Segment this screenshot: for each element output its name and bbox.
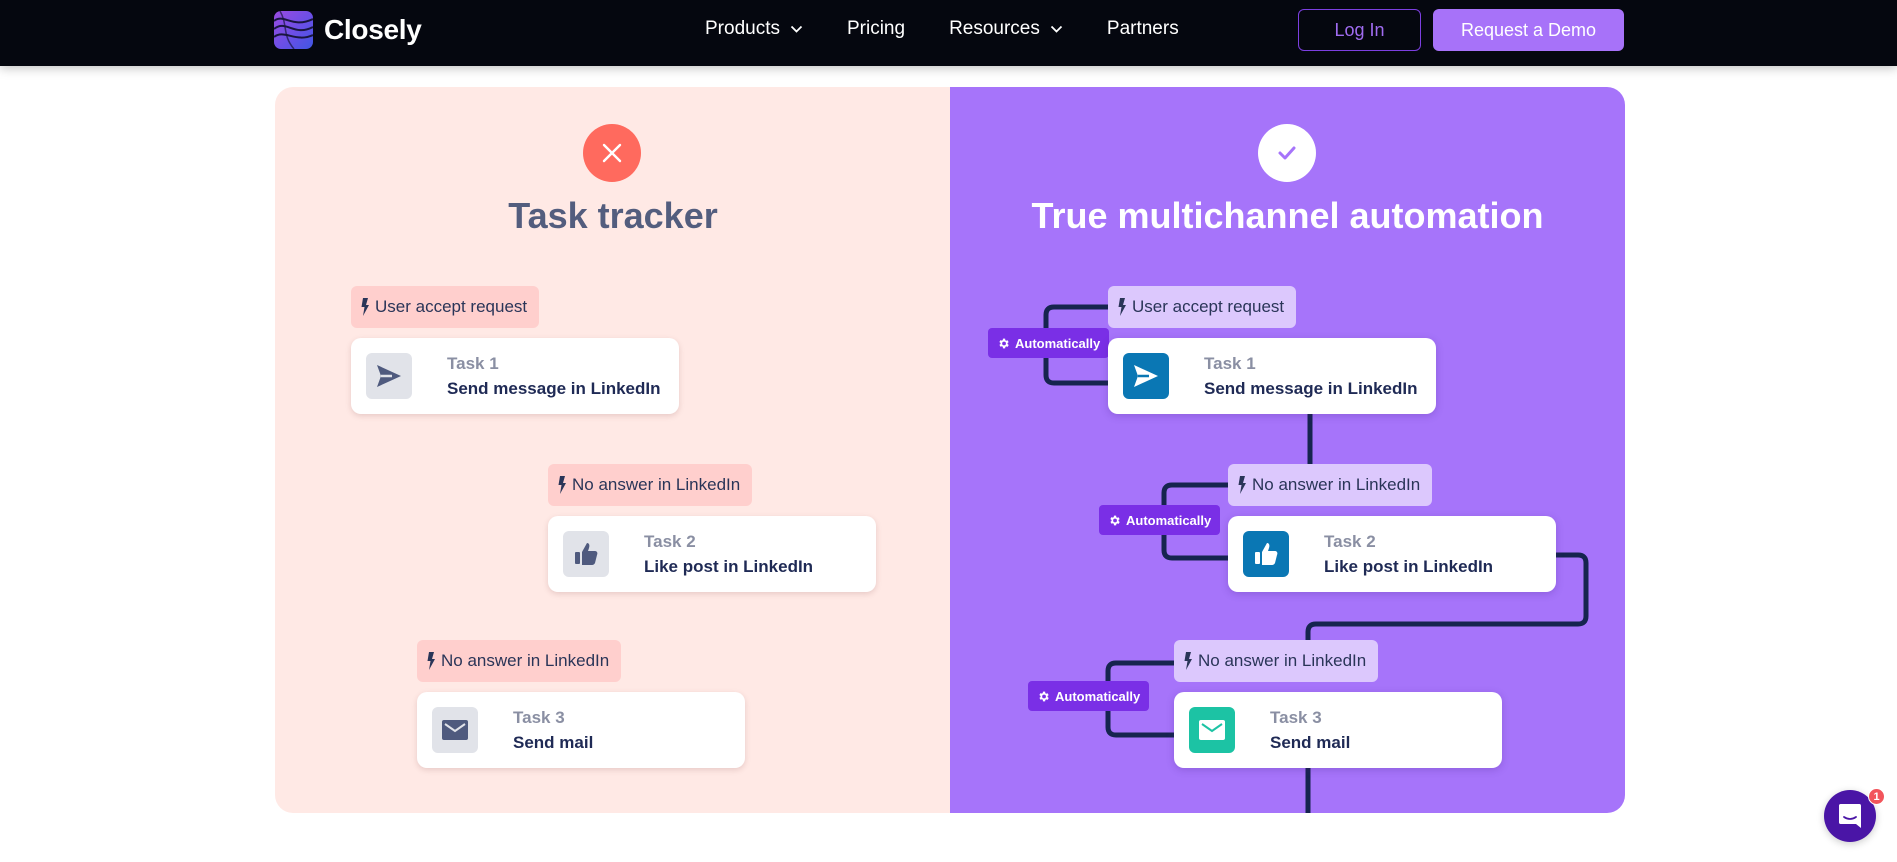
task-number: Task 3 [513, 707, 565, 727]
trigger-label: User accept request [1108, 286, 1297, 328]
automatically-badge: Automatically [1028, 681, 1150, 711]
task-action: Send mail [513, 732, 594, 752]
lightning-icon [558, 476, 566, 494]
top-navbar: Closely Products Pricing Resources Partn… [0, 0, 1897, 66]
trigger-label: No answer in LinkedIn [1228, 464, 1433, 506]
nav-partners[interactable]: Partners [1107, 18, 1179, 40]
automatically-badge: Automatically [988, 328, 1110, 358]
task-action: Like post in LinkedIn [1324, 556, 1494, 576]
task-number: Task 1 [447, 353, 499, 373]
automatically-label: Automatically [1055, 688, 1141, 704]
task-action: Send message in LinkedIn [447, 378, 661, 398]
automatically-badge: Automatically [1099, 505, 1221, 535]
logo-icon [274, 11, 313, 49]
task-action: Like post in LinkedIn [644, 556, 814, 576]
automatically-label: Automatically [1126, 512, 1212, 528]
trigger-text: User accept request [375, 297, 528, 316]
task-icon-box [563, 531, 609, 577]
trigger-text: No answer in LinkedIn [572, 475, 741, 494]
trigger-label: No answer in LinkedIn [417, 640, 622, 682]
automatically-label: Automatically [1015, 335, 1101, 351]
task-card: Task 3 Send mail [1174, 692, 1502, 768]
nav-pricing-label: Pricing [846, 18, 906, 39]
panel-title: Task tracker [508, 195, 718, 236]
trigger-text: No answer in LinkedIn [1252, 475, 1421, 494]
task-icon-box [1123, 353, 1169, 399]
automation-panel: True multichannel automation User accept… [950, 87, 1625, 813]
send-icon [377, 365, 401, 387]
mail-icon [442, 720, 468, 740]
nav-products[interactable]: Products [705, 18, 803, 40]
panel-title: True multichannel automation [1031, 195, 1544, 236]
lightning-icon [1238, 476, 1246, 494]
chevron-down-icon [790, 25, 803, 33]
login-button[interactable]: Log In [1298, 9, 1421, 51]
gear-icon [1110, 515, 1120, 525]
mail-icon [1199, 720, 1225, 740]
task-icon-box [366, 353, 412, 399]
task-card: Task 2 Like post in LinkedIn [1228, 516, 1556, 592]
trigger-text: No answer in LinkedIn [1198, 651, 1367, 670]
status-fail-badge [583, 124, 641, 182]
task-tracker-panel: Task tracker User accept request Task 1 … [275, 87, 951, 813]
gear-icon [1039, 691, 1049, 701]
task-card: Task 1 Send message in LinkedIn [351, 338, 679, 414]
lightning-icon [427, 652, 435, 670]
trigger-label: User accept request [351, 286, 540, 328]
gear-icon [999, 338, 1009, 348]
trigger-text: User accept request [1132, 297, 1285, 316]
nav-resources-label: Resources [949, 18, 1040, 39]
chevron-down-icon [1050, 25, 1063, 33]
lightning-icon [361, 298, 369, 316]
brand-name: Closely [324, 14, 422, 45]
lightning-icon [1118, 298, 1126, 316]
task-number: Task 2 [644, 531, 696, 551]
task-icon-box [1243, 531, 1289, 577]
task-card: Task 2 Like post in LinkedIn [548, 516, 876, 592]
task-number: Task 3 [1270, 707, 1322, 727]
main-menu: Products Pricing Resources Partners [705, 18, 1179, 40]
trigger-text: No answer in LinkedIn [441, 651, 610, 670]
brand-logo[interactable]: Closely [274, 11, 422, 49]
status-success-badge [1258, 124, 1316, 182]
task-icon-box [1189, 707, 1235, 753]
chat-unread-badge: 1 [1868, 788, 1885, 805]
nav-partners-label: Partners [1106, 18, 1179, 39]
thumbs-up-icon [1255, 543, 1278, 565]
task-card: Task 3 Send mail [417, 692, 745, 768]
task-action: Send message in LinkedIn [1204, 378, 1418, 398]
task-icon-box [432, 707, 478, 753]
chat-icon [1839, 804, 1861, 828]
task-action: Send mail [1270, 732, 1351, 752]
check-icon [1278, 146, 1296, 160]
lightning-icon [1184, 652, 1192, 670]
request-demo-button[interactable]: Request a Demo [1433, 9, 1624, 51]
thumbs-up-icon [575, 543, 598, 565]
nav-resources[interactable]: Resources [949, 18, 1063, 40]
task-number: Task 1 [1204, 353, 1256, 373]
trigger-label: No answer in LinkedIn [548, 464, 753, 506]
send-icon [1134, 365, 1158, 387]
task-card: Task 1 Send message in LinkedIn [1108, 338, 1436, 414]
close-icon [602, 143, 622, 163]
trigger-label: No answer in LinkedIn [1174, 640, 1379, 682]
task-number: Task 2 [1324, 531, 1376, 551]
nav-pricing[interactable]: Pricing [847, 18, 905, 40]
nav-products-label: Products [705, 18, 780, 39]
